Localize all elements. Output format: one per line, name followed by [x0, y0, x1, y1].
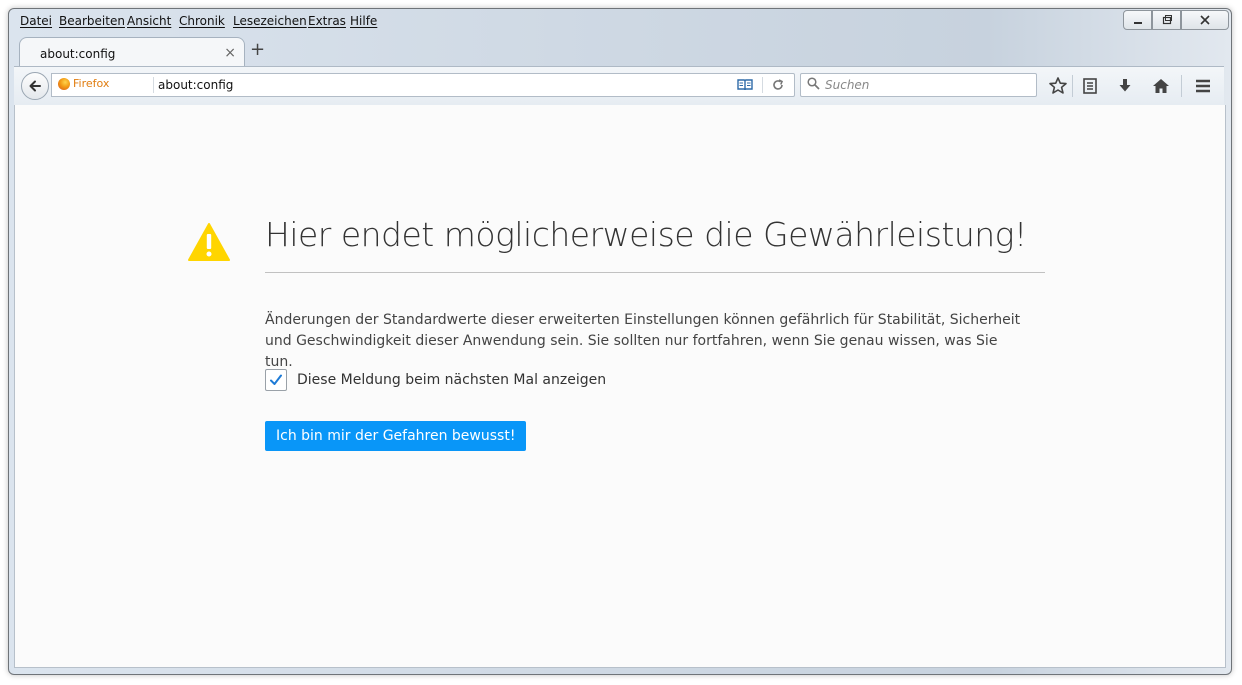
show-warning-checkbox[interactable]	[265, 369, 287, 391]
page-content: Hier endet möglicherweise die Gewährleis…	[14, 105, 1226, 668]
warning-description: Änderungen der Standardwerte dieser erwe…	[265, 312, 1021, 370]
page-title: Hier endet möglicherweise die Gewährleis…	[265, 215, 1027, 254]
menu-hilfe[interactable]: Hilfe	[350, 14, 377, 28]
title-divider	[265, 272, 1045, 273]
tab-strip: about:config × +	[9, 33, 1231, 68]
tab-title: about:config	[40, 47, 116, 61]
maximize-button[interactable]	[1152, 10, 1181, 30]
firefox-logo-icon	[58, 77, 70, 90]
close-window-button[interactable]	[1181, 10, 1229, 30]
tab-about-config[interactable]: about:config ×	[19, 37, 245, 68]
url-bar[interactable]: Firefox about:config	[51, 73, 795, 97]
show-warning-label[interactable]: Diese Meldung beim nächsten Mal anzeigen	[297, 372, 606, 388]
search-icon	[807, 77, 820, 90]
url-divider	[762, 77, 763, 93]
nav-bar: Firefox about:config Suchen	[14, 66, 1224, 106]
search-input[interactable]: Suchen	[825, 78, 869, 92]
minimize-button[interactable]	[1123, 10, 1152, 30]
restore-icon	[1162, 15, 1172, 25]
menubar: Datei Bearbeiten Ansicht Chronik Lesezei…	[9, 9, 1231, 31]
menu-ansicht[interactable]: Ansicht	[127, 14, 171, 28]
reader-view-icon[interactable]	[736, 76, 754, 94]
warning-icon	[188, 223, 230, 261]
toolbar-separator	[1181, 75, 1182, 97]
accept-risk-button[interactable]: Ich bin mir der Gefahren bewusst!	[265, 421, 527, 451]
bookmark-star-icon[interactable]	[1048, 76, 1068, 96]
reload-icon[interactable]	[771, 78, 785, 92]
hamburger-menu-icon[interactable]	[1193, 76, 1213, 96]
menu-extras[interactable]: Extras	[308, 14, 346, 28]
new-tab-button[interactable]: +	[250, 41, 265, 59]
home-icon[interactable]	[1151, 76, 1171, 96]
browser-window: Datei Bearbeiten Ansicht Chronik Lesezei…	[8, 8, 1232, 675]
identity-label: Firefox	[73, 77, 110, 90]
bookmarks-list-icon[interactable]	[1080, 76, 1100, 96]
identity-box[interactable]: Firefox	[58, 77, 109, 90]
show-warning-checkbox-row[interactable]: Diese Meldung beim nächsten Mal anzeigen	[265, 369, 606, 391]
checkmark-icon	[270, 374, 282, 385]
search-bar[interactable]: Suchen	[800, 73, 1037, 97]
menu-bearbeiten[interactable]: Bearbeiten	[59, 14, 125, 28]
back-button[interactable]	[21, 72, 49, 100]
download-icon[interactable]	[1115, 76, 1135, 96]
menu-chronik[interactable]: Chronik	[179, 14, 225, 28]
toolbar-separator	[1072, 75, 1073, 97]
url-input[interactable]: about:config	[158, 78, 233, 92]
menu-lesezeichen[interactable]: Lesezeichen	[233, 14, 307, 28]
minimize-icon	[1133, 22, 1142, 24]
window-controls	[1123, 10, 1229, 30]
close-icon	[1200, 15, 1210, 25]
tab-close-icon[interactable]: ×	[224, 45, 236, 61]
menu-datei[interactable]: Datei	[20, 14, 52, 28]
back-arrow-icon	[29, 80, 41, 92]
url-separator	[153, 77, 154, 93]
